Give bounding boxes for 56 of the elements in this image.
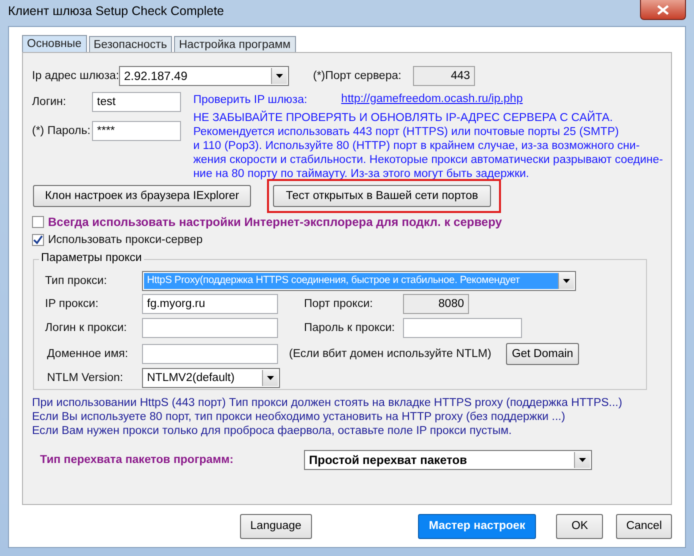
- checkbox-label: Использовать прокси-сервер: [48, 234, 203, 246]
- field-label: NTLM Version:: [47, 372, 124, 384]
- field-label: Доменное имя:: [47, 348, 130, 360]
- tab[interactable]: Безопасность: [88, 36, 172, 52]
- warning-text: жения скорости и стабильности. Некоторые прокси автоматически разрывают соедине-: [193, 153, 663, 167]
- wizard-button[interactable]: Мастер настроек: [418, 514, 536, 538]
- field-label: Логин:: [32, 96, 68, 108]
- field-label: Тип перехвата пакетов программ:: [40, 454, 235, 466]
- proxy-password-field[interactable]: [403, 318, 522, 338]
- server-port-field[interactable]: 443: [413, 66, 475, 86]
- tab[interactable]: Основные: [22, 35, 87, 52]
- checkbox-label: Всегда использовать настройки Интернет-эксплорера для подкл. к серверу: [48, 215, 502, 229]
- domain-field[interactable]: [142, 344, 278, 364]
- tab[interactable]: Настройка программ: [174, 36, 296, 52]
- close-icon: [657, 4, 669, 14]
- checkbox[interactable]: [32, 216, 44, 228]
- capture-type-combo[interactable]: Простой перехват пакетов: [304, 450, 592, 470]
- ntlm-version-combo[interactable]: NTLMV2(default): [142, 368, 280, 388]
- proxy-port-field[interactable]: 8080: [403, 294, 469, 314]
- dropdown-arrow-icon: [267, 376, 274, 380]
- password-field[interactable]: ****: [92, 121, 181, 141]
- proxy-ip-field[interactable]: fg.myorg.ru: [142, 294, 278, 314]
- note-text: При использовании HttpS (443 порт) Тип прокси должен стоять на вкладке HTTPS proxy (поддержка HTTPS...): [32, 396, 624, 410]
- note-text: Если Вам нужен прокси только для проброса фаервола, оставьте поле IP прокси пустым.: [32, 424, 513, 438]
- check-ip-label: Проверить IP шлюза:: [193, 93, 308, 107]
- warning-text: Рекомендуется использовать 443 порт (HTTPS) или почтовые порты 25 (SMTP): [193, 125, 620, 139]
- dialog-button[interactable]: Language: [240, 514, 312, 538]
- warning-text: ние на 80 порту по таймауту. Из-за этого могут быть задержки.: [193, 167, 530, 181]
- close-button[interactable]: [640, 0, 686, 20]
- gateway-ip-combo[interactable]: 2.92.187.49: [119, 66, 289, 86]
- port-test-button[interactable]: Тест открытых в Вашей сети портов: [273, 185, 491, 207]
- dialog-button[interactable]: Cancel: [616, 514, 672, 538]
- field-label: Порт прокси:: [304, 298, 374, 310]
- field-label: Тип прокси:: [45, 274, 108, 287]
- field-label: Ip адрес шлюза:: [32, 70, 119, 82]
- dropdown-arrow-icon: [276, 74, 283, 78]
- field-label: Логин к прокси:: [45, 322, 128, 334]
- field-label: (*) Пароль:: [32, 125, 92, 137]
- field-label: Пароль к прокси:: [304, 322, 396, 334]
- dropdown-arrow-icon: [563, 278, 570, 283]
- checkbox[interactable]: [32, 234, 44, 246]
- dropdown-arrow-icon: [579, 458, 586, 462]
- proxy-login-field[interactable]: [142, 318, 278, 338]
- field-label: IP прокси:: [45, 298, 100, 310]
- check-ip-link[interactable]: http://gamefreedom.ocash.ru/ip.php: [341, 93, 523, 107]
- field-label: (*)Порт сервера:: [313, 70, 402, 82]
- warning-text: и 110 (Pop3). Используйте 80 (HTTP) порт в крайнем случае, из-за возможного сни-: [193, 139, 641, 153]
- note-text: Если Вы используете 80 порт, тип прокси необходимо установить на HTTP proxy (без поддержки ...): [32, 410, 566, 424]
- domain-hint: (Если вбит домен используйте NTLM): [289, 348, 492, 360]
- clone-settings-button[interactable]: Клон настроек из браузера IExplorer: [33, 185, 251, 207]
- group-legend: Параметры прокси: [39, 252, 144, 264]
- warning-heading: НЕ ЗАБЫВАЙТЕ ПРОВЕРЯТЬ И ОБНОВЛЯТЬ IP-АДРЕС СЕРВЕРА С САЙТА.: [193, 111, 614, 125]
- window-title: Клиент шлюза Setup Check Complete: [8, 4, 224, 18]
- dialog-button[interactable]: OK: [556, 514, 604, 538]
- login-field[interactable]: test: [92, 92, 181, 112]
- get-domain-button[interactable]: Get Domain: [506, 342, 579, 365]
